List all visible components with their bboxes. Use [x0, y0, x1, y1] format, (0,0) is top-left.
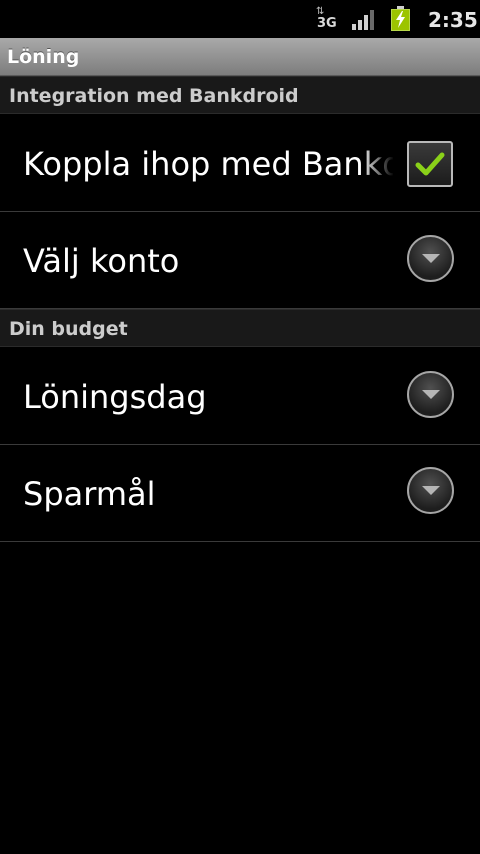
- chevron-down-icon: [422, 486, 440, 495]
- battery-charging-icon: [391, 6, 410, 31]
- category-label: Integration med Bankdroid: [9, 85, 299, 107]
- title-bar: Löning: [0, 38, 480, 76]
- signal-icon: [352, 10, 376, 30]
- chevron-down-icon: [422, 254, 440, 263]
- status-bar: ⇅ 3G 2:35: [0, 0, 480, 38]
- page-title: Löning: [7, 46, 80, 68]
- pref-title: Koppla ihop med Bankdroid: [23, 145, 393, 183]
- status-clock: 2:35: [428, 8, 478, 32]
- category-header-integration: Integration med Bankdroid: [0, 76, 480, 114]
- data-3g-icon: ⇅ 3G: [316, 6, 337, 32]
- checkmark-icon: [415, 152, 445, 176]
- sparmal-dropdown-button[interactable]: [407, 467, 454, 514]
- pref-title: Välj konto: [23, 242, 180, 280]
- valj-konto-dropdown-button[interactable]: [407, 235, 454, 282]
- bankdroid-checkbox[interactable]: [407, 141, 453, 187]
- network-type-label: 3G: [317, 16, 337, 31]
- category-header-budget: Din budget: [0, 309, 480, 347]
- pref-title: Löningsdag: [23, 378, 207, 416]
- pref-title: Sparmål: [23, 475, 156, 513]
- category-label: Din budget: [9, 318, 128, 340]
- loningsdag-dropdown-button[interactable]: [407, 371, 454, 418]
- chevron-down-icon: [422, 390, 440, 399]
